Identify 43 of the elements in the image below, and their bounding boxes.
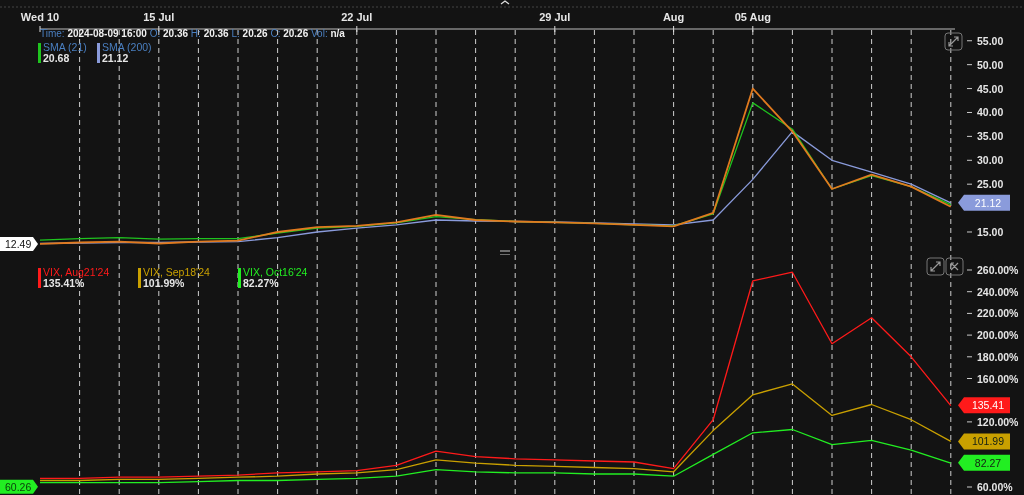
legend-label: SMA (200) — [102, 41, 152, 53]
drag-handle-icon[interactable] — [499, 250, 511, 255]
axis-label: 160.00% — [977, 372, 1019, 385]
axis-label: 60.00% — [977, 481, 1013, 493]
price-tag: 60.26 — [0, 479, 38, 494]
legend-label: SMA (21) — [43, 41, 87, 53]
ohlc-readout: Time: 2024-08-09 16:00 O: 20.36 H: 20.36 L: 20.26 C: 20.26 Vol: n/a — [40, 28, 345, 39]
legend-value: 101.99% — [143, 277, 185, 289]
date-label: 15 Jul — [143, 11, 175, 23]
axis-label: 180.00% — [977, 350, 1019, 363]
legend-value: 82.27% — [243, 277, 279, 289]
legend-value: 135.41% — [43, 277, 85, 289]
axis-label: 200.00% — [977, 329, 1019, 342]
axis-label: 45.00 — [977, 82, 1004, 95]
price-tag: 21.12 — [958, 194, 1010, 211]
axis-label: 25.00 — [977, 178, 1004, 191]
legend-label: VIX, Sep18'24 — [143, 266, 210, 278]
axis-label: 55.00 — [977, 34, 1004, 47]
date-label: Aug — [662, 11, 685, 23]
legend-value: 21.12 — [102, 52, 129, 64]
axis-label: 220.00% — [977, 307, 1019, 320]
collapse-icon[interactable] — [945, 257, 964, 276]
axis-label: 50.00 — [977, 58, 1004, 71]
date-label: 22 Jul — [341, 11, 373, 23]
axis-label: 120.00% — [977, 415, 1019, 428]
axis-label: 35.00 — [977, 130, 1004, 143]
price-tag: 12.49 — [0, 237, 38, 251]
date-label: Wed 10 — [20, 11, 60, 23]
axis-label: 15.00 — [977, 226, 1004, 238]
date-label: 05 Aug — [734, 11, 771, 23]
price-tag: 82.27 — [958, 454, 1010, 471]
expand-icon[interactable] — [944, 32, 963, 51]
price-tag: 135.41 — [958, 397, 1010, 414]
expand-icon[interactable] — [926, 257, 945, 276]
axis-label: 260.00% — [977, 264, 1019, 276]
price-tag: 101.99 — [958, 433, 1010, 450]
axis-label: 40.00 — [977, 106, 1004, 119]
legend-label: VIX, Oct16'24 — [243, 266, 308, 278]
legend-label: VIX, Aug21'24 — [43, 266, 110, 278]
date-label: 29 Jul — [539, 11, 571, 23]
axis-label: 240.00% — [977, 285, 1019, 298]
axis-label: 30.00 — [977, 154, 1004, 167]
legend-value: 20.68 — [43, 52, 70, 64]
